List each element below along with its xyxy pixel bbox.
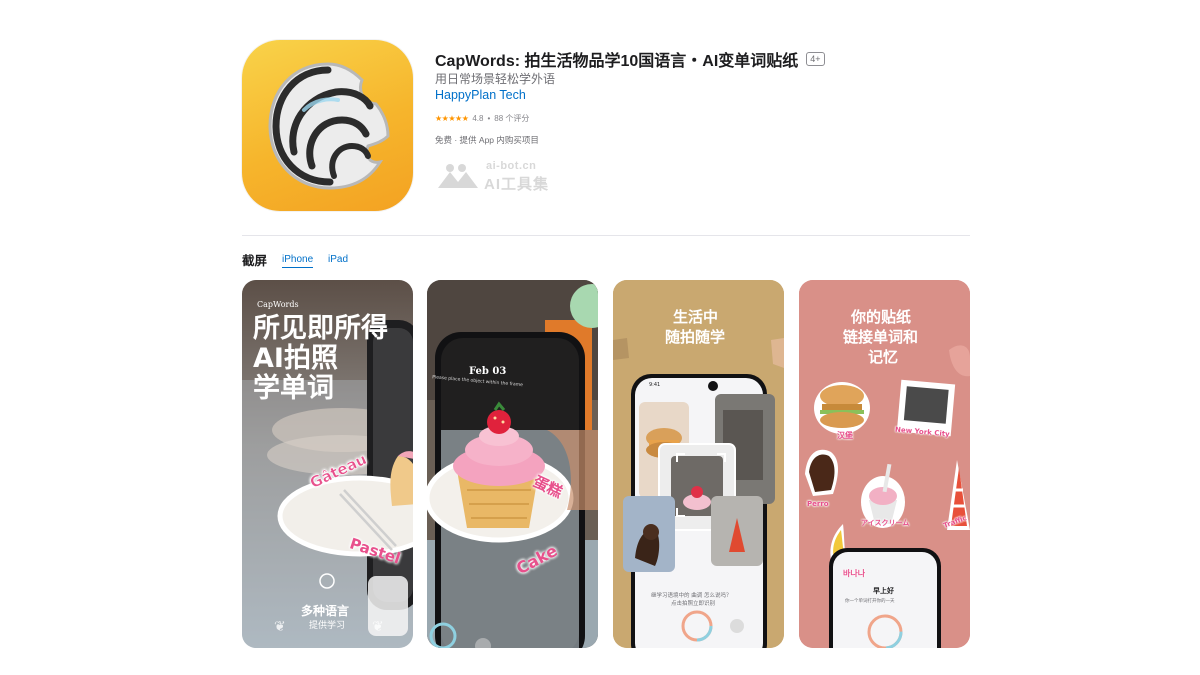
star-rating-icon: ★★★★★ <box>435 114 469 123</box>
screenshot-3[interactable]: 生活中 随拍随学 9:41 继学习语境中的 曲调 怎么说吗？ 点击拍照立即识别 <box>613 280 784 648</box>
screenshot-1[interactable]: ❦ ❦ CapWords 所见即所得 AI拍照 学单词 Gâteau Paste… <box>242 280 413 648</box>
shot4-headline-1: 你的贴纸 <box>851 308 912 326</box>
sticker-label-icecream: アイスクリーム <box>861 519 910 527</box>
app-icon <box>242 40 413 211</box>
app-title: CapWords: 拍生活物品学10国语言・AI变单词贴纸 <box>435 53 799 70</box>
watermark-name: AI工具集 <box>484 176 550 193</box>
tab-iphone[interactable]: iPhone <box>282 254 314 268</box>
shot1-footer-2: 提供学习 <box>309 621 346 631</box>
shot3-caption-1: 继学习语境中的 曲调 怎么说吗？ <box>651 593 732 599</box>
watermark-url: ai-bot.cn <box>486 160 537 172</box>
svg-text:❦: ❦ <box>372 618 384 634</box>
screenshot-4[interactable]: 你的贴纸 链接单词和 记忆 汉堡 New York City Perro アイス… <box>799 280 970 648</box>
rating-count: 88 个评分 <box>494 114 530 123</box>
watermark-logo-icon <box>438 164 478 188</box>
shot4-phone-title: 早上好 <box>873 587 894 595</box>
price-info: 免费 · 提供 App 内购买项目 <box>435 135 539 145</box>
svg-text:❦: ❦ <box>274 618 286 634</box>
shot1-headline-2: AI拍照 <box>253 343 338 374</box>
app-subtitle: 用日常场景轻松学外语 <box>435 72 556 86</box>
shot4-phone-subtitle: 你一个单词打开你的一天 <box>845 599 895 604</box>
rating-row: ★★★★★ 4.8 • 88 个评分 <box>435 113 529 124</box>
rating-separator: • <box>487 114 491 123</box>
shot4-headline-3: 记忆 <box>868 348 899 366</box>
shot2-date: Feb 03 <box>469 366 507 377</box>
shot3-headline-2: 随拍随学 <box>665 328 726 346</box>
shot1-headline-3: 学单词 <box>253 373 334 404</box>
shot3-headline-1: 生活中 <box>673 308 719 326</box>
section-divider <box>242 235 970 236</box>
sticker-label-dog: Perro <box>807 500 829 508</box>
title-row: CapWords: 拍生活物品学10国语言・AI变单词贴纸 4+ <box>435 47 825 71</box>
screenshot-2[interactable]: Feb 03 Please place the object within th… <box>427 280 598 648</box>
age-rating-badge: 4+ <box>806 52 825 66</box>
developer-link[interactable]: HappyPlan Tech <box>435 88 526 102</box>
shot4-headline-2: 链接单词和 <box>843 328 919 346</box>
shot3-caption-2: 点击拍照立即识别 <box>671 601 716 607</box>
screenshots-title: 截屏 <box>242 254 268 268</box>
watermark: ai-bot.cn AI工具集 <box>436 160 576 193</box>
shot1-brand: CapWords <box>257 300 299 309</box>
shot1-headline-1: 所见即所得 <box>253 313 388 344</box>
shot3-time: 9:41 <box>649 382 661 388</box>
rating-value: 4.8 <box>472 114 484 123</box>
tab-ipad[interactable]: iPad <box>328 254 348 267</box>
sticker-label-burger: 汉堡 <box>837 431 853 440</box>
sticker-label-banana: 바나나 <box>843 569 866 578</box>
shot1-footer-1: 多种语言 <box>301 604 350 618</box>
